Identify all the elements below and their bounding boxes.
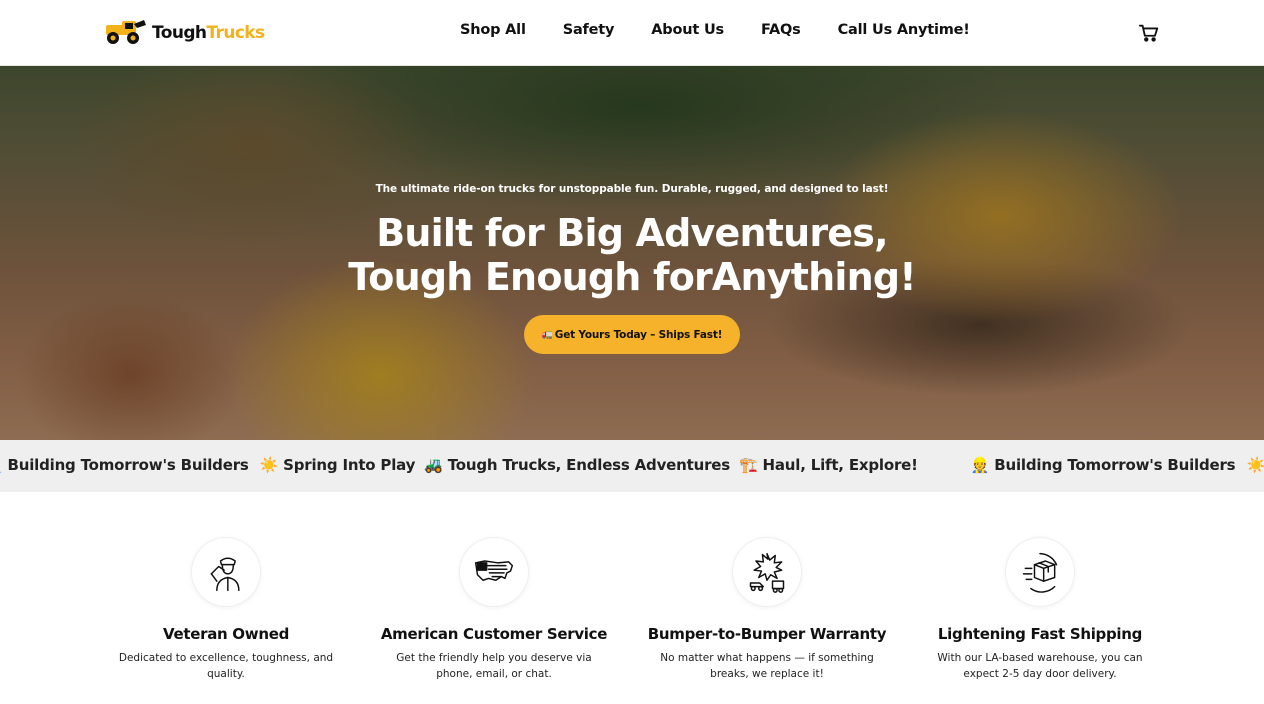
get-yours-button[interactable]: 🚛 Get Yours Today – Ships Fast! <box>524 315 740 354</box>
main-nav: Shop All Safety About Us FAQs Call Us An… <box>460 22 1007 38</box>
feature-veteran-owned: Veteran Owned Dedicated to excellence, t… <box>91 538 361 682</box>
hero-title: Built for Big Adventures, Tough Enough f… <box>0 211 1264 299</box>
hero-title-line-1: Built for Big Adventures, <box>376 211 888 255</box>
usa-map-flag-icon <box>460 538 528 606</box>
marquee-item: ☀️ Spring Into Play <box>259 456 416 474</box>
logo-text: ToughTrucks <box>152 23 265 43</box>
feature-title: American Customer Service <box>380 625 608 643</box>
marquee-item: 🏗️ Haul, Lift, Explore! <box>739 456 918 474</box>
announcement-marquee: 👷 Building Tomorrow's Builders ☀️ Spring… <box>0 440 1264 492</box>
nav-about-us[interactable]: About Us <box>651 22 724 38</box>
site-header: ToughTrucks Shop All Safety About Us FAQ… <box>0 0 1264 66</box>
feature-text: With our LA-based warehouse, you can exp… <box>937 652 1143 680</box>
logo[interactable]: ToughTrucks <box>104 18 265 48</box>
marquee-item: 👷 Building Tomorrow's Builders <box>0 456 249 474</box>
hero-subtitle: The ultimate ride-on trucks for unstoppa… <box>375 183 889 195</box>
feature-title: Veteran Owned <box>162 625 290 643</box>
marquee-item: 👷 Building Tomorrow's Builders <box>970 456 1236 474</box>
truck-emoji-icon: 🚛 <box>541 329 553 340</box>
feature-highlights: Veteran Owned Dedicated to excellence, t… <box>0 492 1264 704</box>
nav-call-us[interactable]: Call Us Anytime! <box>838 22 970 38</box>
feature-customer-service: American Customer Service Get the friend… <box>359 538 629 682</box>
cart-icon[interactable] <box>1138 22 1160 44</box>
car-crash-icon <box>733 538 801 606</box>
nav-safety[interactable]: Safety <box>563 22 615 38</box>
cta-label: Get Yours Today – Ships Fast! <box>554 328 723 341</box>
feature-warranty: Bumper-to-Bumper Warranty No matter what… <box>632 538 902 682</box>
nav-faqs[interactable]: FAQs <box>761 22 801 38</box>
feature-text: No matter what happens — if something br… <box>660 652 874 680</box>
truck-logo-icon <box>104 16 148 50</box>
marquee-item: ☀️ Spring Into Play <box>1246 456 1264 474</box>
feature-text: Dedicated to excellence, toughness, and … <box>118 652 334 680</box>
fast-shipping-box-icon <box>1006 538 1074 606</box>
feature-shipping: Lightening Fast Shipping With our LA-bas… <box>905 538 1175 682</box>
marquee-track: 👷 Building Tomorrow's Builders ☀️ Spring… <box>0 456 1264 474</box>
hero-banner: The ultimate ride-on trucks for unstoppa… <box>0 66 1264 440</box>
marquee-item: 🚜 Tough Trucks, Endless Adventures <box>424 456 730 474</box>
nav-shop-all[interactable]: Shop All <box>460 22 526 38</box>
feature-text: Get the friendly help you deserve via ph… <box>396 652 592 680</box>
feature-title: Bumper-to-Bumper Warranty <box>647 625 887 643</box>
hero-title-line-2: Tough Enough forAnything! <box>348 255 916 299</box>
saluting-soldier-icon <box>192 538 260 606</box>
feature-title: Lightening Fast Shipping <box>937 625 1143 643</box>
